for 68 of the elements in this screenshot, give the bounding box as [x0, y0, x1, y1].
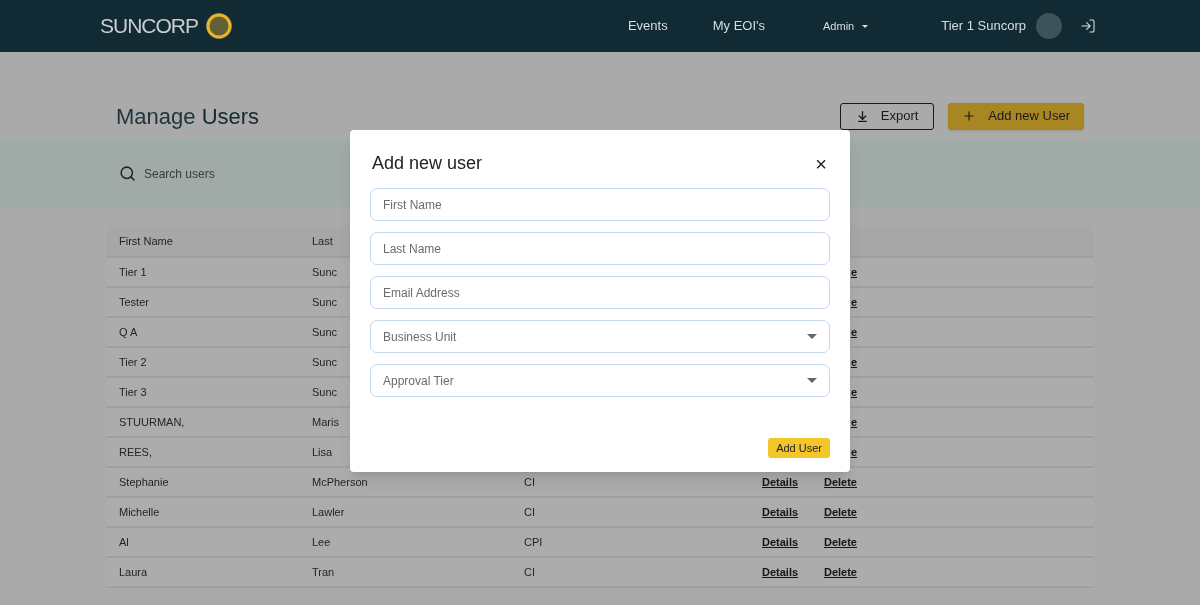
table-cell-text: Al [119, 534, 129, 550]
details-link[interactable]: Details [762, 473, 799, 491]
text-field[interactable]: Email Address [370, 276, 830, 309]
table-cell-text: Michelle [119, 504, 160, 520]
delete-link[interactable]: e [850, 263, 857, 281]
column-header: First Name [119, 233, 173, 249]
download-icon [855, 109, 869, 123]
dropdown-caret-icon [807, 334, 817, 339]
plus-icon [962, 109, 977, 123]
delete-link[interactable]: e [850, 443, 857, 461]
delete-link[interactable]: e [850, 353, 857, 371]
delete-link[interactable]: e [850, 293, 857, 311]
text-field[interactable]: Last Name [370, 232, 830, 265]
details-link[interactable]: Details [762, 563, 799, 581]
delete-link[interactable]: Delete [823, 563, 857, 581]
dialog-title: Add new user [371, 152, 483, 175]
add-user-submit-button[interactable]: Add User [768, 438, 830, 458]
table-cell-text: Sunc [312, 324, 338, 340]
user-name: Tier 1 Suncorp [941, 17, 1026, 36]
search-icon [119, 165, 136, 182]
table-cell-text: Lee [312, 534, 331, 550]
details-link[interactable]: Details [762, 503, 799, 521]
export-button[interactable]: Export [839, 102, 935, 130]
details-link[interactable]: Details [762, 533, 799, 551]
table-cell-text: STUURMAN, [119, 414, 185, 430]
table-cell-text: Laura [119, 564, 148, 580]
table-cell-text: Maris [312, 414, 339, 430]
text-field[interactable]: First Name [370, 188, 830, 221]
table-cell-text: Tester [119, 294, 149, 310]
logout-icon[interactable] [1080, 18, 1096, 34]
table-cell-text: Tran [312, 564, 335, 580]
close-button[interactable]: × [815, 153, 827, 174]
logo-text: SUNCORP [100, 13, 198, 40]
table-cell-text: REES, [119, 444, 152, 460]
table-cell-text: Sunc [312, 264, 338, 280]
table-cell-text: Sunc [312, 294, 338, 310]
table-cell-text: Lawler [312, 504, 345, 520]
table-cell-text: McPherson [312, 474, 368, 490]
table-cell-text: CI [524, 474, 535, 490]
delete-link[interactable]: Delete [823, 533, 857, 551]
nav-link[interactable]: My EOI's [712, 16, 766, 36]
table-cell-text: Tier 2 [119, 354, 147, 370]
table-cell-text: CPI [524, 534, 543, 550]
table-cell-text: Sunc [312, 354, 338, 370]
table-cell-text: Lisa [312, 444, 333, 460]
delete-link[interactable]: e [850, 383, 857, 401]
table-cell-text: Sunc [312, 384, 338, 400]
column-header: Last [312, 233, 333, 249]
delete-link[interactable]: e [850, 413, 857, 431]
table-cell-text: CI [524, 564, 535, 580]
search-field[interactable]: Search users [144, 164, 344, 183]
delete-link[interactable]: Delete [823, 503, 857, 521]
table-cell-text: Stephanie [119, 474, 169, 490]
caret-icon [862, 24, 869, 28]
page-title: Manage Users [116, 102, 260, 131]
delete-link[interactable]: e [850, 323, 857, 341]
table-cell-text: Q A [119, 324, 138, 340]
add-user-button[interactable]: Add new User [948, 102, 1084, 130]
table-cell-text: Tier 1 [119, 264, 147, 280]
select-field[interactable]: Approval Tier [370, 364, 830, 397]
delete-link[interactable]: Delete [823, 473, 857, 491]
table-cell-text: CI [524, 504, 535, 520]
dropdown-caret-icon [807, 378, 817, 383]
logo-ring-icon [204, 11, 234, 41]
nav-link[interactable]: Events [627, 16, 668, 36]
select-field[interactable]: Business Unit [370, 320, 830, 353]
admin-menu[interactable]: Admin [823, 17, 869, 35]
table-cell-text: Tier 3 [119, 384, 147, 400]
